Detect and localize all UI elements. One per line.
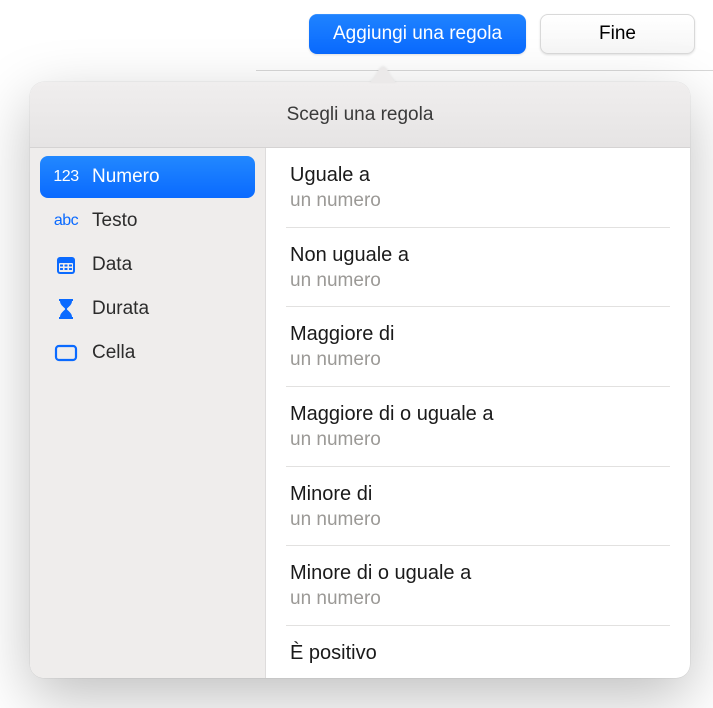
rule-subtitle: un numero [290,188,666,214]
rule-title: Minore di [290,481,666,507]
text-icon: abc [52,209,80,233]
sidebar-item-label: Numero [92,166,160,188]
rule-item-less-than[interactable]: Minore di un numero [286,467,670,547]
popover-body: 123 Numero abc Testo [30,148,690,678]
calendar-icon [52,253,80,277]
top-button-row: Aggiungi una regola Fine [309,14,695,54]
sidebar-item-text[interactable]: abc Testo [40,200,255,242]
rule-title: Minore di o uguale a [290,560,666,586]
rule-subtitle: un numero [290,427,666,453]
rule-item-greater-than[interactable]: Maggiore di un numero [286,307,670,387]
sidebar-item-label: Data [92,254,132,276]
rule-title: Maggiore di o uguale a [290,401,666,427]
rule-item-not-equals[interactable]: Non uguale a un numero [286,228,670,308]
rule-item-equals[interactable]: Uguale a un numero [286,148,670,228]
sidebar-item-label: Durata [92,298,149,320]
sidebar-item-date[interactable]: Data [40,244,255,286]
popover-arrow [368,67,398,83]
popover-title: Scegli una regola [30,82,690,148]
sidebar-item-label: Cella [92,342,135,364]
rule-item-positive[interactable]: È positivo [286,626,670,678]
rule-item-greater-equal[interactable]: Maggiore di o uguale a un numero [286,387,670,467]
choose-rule-popover: Scegli una regola 123 Numero abc Testo [30,82,690,678]
number-icon: 123 [52,165,80,189]
sidebar-item-duration[interactable]: Durata [40,288,255,330]
rule-title: Non uguale a [290,242,666,268]
rule-title: Uguale a [290,162,666,188]
rule-subtitle: un numero [290,507,666,533]
sidebar-item-label: Testo [92,210,137,232]
rule-item-less-equal[interactable]: Minore di o uguale a un numero [286,546,670,626]
done-button[interactable]: Fine [540,14,695,54]
rule-subtitle: un numero [290,586,666,612]
hourglass-icon [52,297,80,321]
sidebar-item-number[interactable]: 123 Numero [40,156,255,198]
add-rule-button[interactable]: Aggiungi una regola [309,14,526,54]
rule-category-sidebar: 123 Numero abc Testo [30,148,266,678]
rule-title: È positivo [290,640,666,666]
cell-icon [52,341,80,365]
rule-subtitle: un numero [290,347,666,373]
rule-title: Maggiore di [290,321,666,347]
sidebar-item-cell[interactable]: Cella [40,332,255,374]
rules-list: Uguale a un numero Non uguale a un numer… [266,148,690,678]
rule-subtitle: un numero [290,268,666,294]
background-divider [256,70,713,71]
